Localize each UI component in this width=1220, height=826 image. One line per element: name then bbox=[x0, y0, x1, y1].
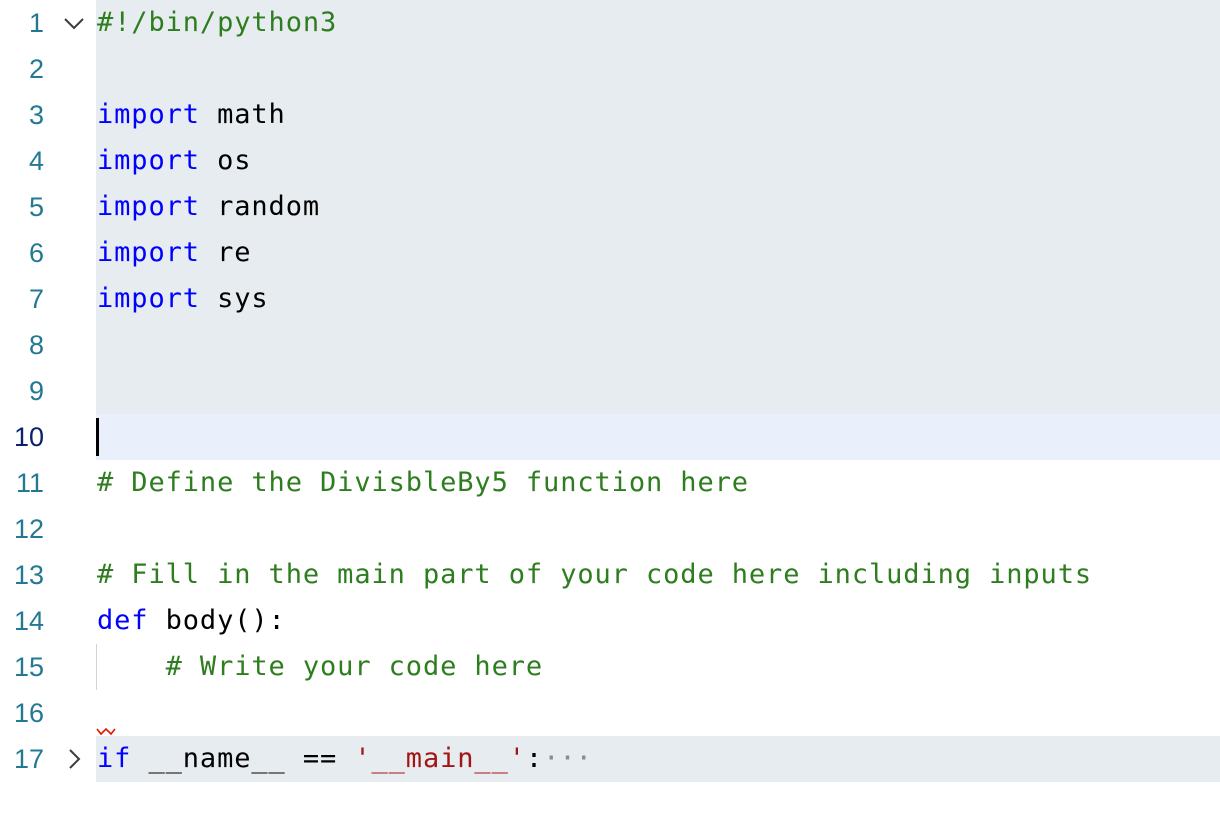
code-text: def body(): bbox=[97, 598, 286, 644]
line-number: 17 bbox=[13, 744, 44, 774]
indentation bbox=[97, 651, 166, 682]
editor-line-2[interactable]: 2 bbox=[0, 46, 1220, 92]
comment: # Fill in the main part of your code her… bbox=[97, 559, 1093, 590]
folded-ellipsis-icon[interactable]: ··· bbox=[543, 743, 592, 774]
fold-region-highlight bbox=[96, 230, 1220, 276]
editor-line-8[interactable]: 8 bbox=[0, 322, 1220, 368]
editor-line-9[interactable]: 9 bbox=[0, 368, 1220, 414]
keyword: import bbox=[97, 283, 200, 314]
editor-line-5[interactable]: 5 import random bbox=[0, 184, 1220, 230]
editor-line-1[interactable]: 1 #!/bin/python3 bbox=[0, 0, 1220, 46]
line-number: 4 bbox=[28, 146, 44, 176]
editor-line-12[interactable]: 12 bbox=[0, 506, 1220, 552]
string-literal: '__main__' bbox=[354, 743, 526, 774]
line-number: 6 bbox=[28, 238, 44, 268]
code-text: if __name__ == '__main__':··· bbox=[97, 736, 592, 782]
line-number: 3 bbox=[28, 100, 44, 130]
fold-region-highlight bbox=[96, 138, 1220, 184]
identifier: random bbox=[199, 191, 321, 222]
code-text: import os bbox=[97, 138, 251, 184]
condition: __name__ == bbox=[131, 743, 355, 774]
line-number: 11 bbox=[15, 468, 44, 498]
editor-line-6[interactable]: 6 import re bbox=[0, 230, 1220, 276]
code-editor[interactable]: 1 #!/bin/python3 2 3 import math 4 impor… bbox=[0, 0, 1220, 826]
line-number: 10 bbox=[13, 422, 44, 452]
editor-line-7[interactable]: 7 import sys bbox=[0, 276, 1220, 322]
line-number: 15 bbox=[13, 652, 44, 682]
code-text: import re bbox=[97, 230, 251, 276]
line-number: 7 bbox=[28, 284, 44, 314]
code-text: import random bbox=[97, 184, 320, 230]
line-number: 13 bbox=[13, 560, 44, 590]
keyword: if bbox=[97, 743, 132, 774]
editor-line-3[interactable]: 3 import math bbox=[0, 92, 1220, 138]
chevron-down-icon[interactable] bbox=[62, 0, 86, 46]
chevron-right-icon[interactable] bbox=[62, 736, 86, 782]
keyword: import bbox=[97, 237, 200, 268]
identifier: sys bbox=[199, 283, 269, 314]
keyword: import bbox=[97, 145, 200, 176]
editor-line-11[interactable]: 11 # Define the DivisbleBy5 function her… bbox=[0, 460, 1220, 506]
code-text: # Write your code here bbox=[97, 644, 543, 690]
shebang-line: #!/bin/python3 bbox=[97, 7, 338, 38]
line-number: 1 bbox=[28, 8, 44, 38]
keyword: def bbox=[97, 605, 149, 636]
editor-line-13[interactable]: 13 # Fill in the main part of your code … bbox=[0, 552, 1220, 598]
editor-line-14[interactable]: 14 def body(): bbox=[0, 598, 1220, 644]
fold-region-highlight bbox=[96, 368, 1220, 414]
line-number: 2 bbox=[28, 54, 44, 84]
identifier: math bbox=[199, 99, 286, 130]
identifier: re bbox=[199, 237, 252, 268]
line-number: 8 bbox=[28, 330, 44, 360]
current-line-highlight bbox=[96, 414, 1220, 460]
line-number: 12 bbox=[13, 514, 44, 544]
fold-region-highlight bbox=[96, 46, 1220, 92]
text-cursor bbox=[96, 418, 99, 456]
editor-line-17[interactable]: 17 if __name__ == '__main__':··· bbox=[0, 736, 1220, 782]
editor-line-10[interactable]: 10 bbox=[0, 414, 1220, 460]
editor-line-16[interactable]: 16 bbox=[0, 690, 1220, 736]
keyword: import bbox=[97, 99, 200, 130]
code-text: import sys bbox=[97, 276, 269, 322]
error-squiggle-icon bbox=[96, 727, 116, 736]
comment: # Write your code here bbox=[165, 651, 544, 682]
line-number: 9 bbox=[28, 376, 44, 406]
comment: # Define the DivisbleBy5 function here bbox=[97, 467, 749, 498]
line-number: 5 bbox=[28, 192, 44, 222]
code-text: import math bbox=[97, 92, 286, 138]
editor-line-4[interactable]: 4 import os bbox=[0, 138, 1220, 184]
function-signature: body(): bbox=[148, 605, 286, 636]
colon: : bbox=[525, 743, 544, 774]
editor-line-15[interactable]: 15 # Write your code here bbox=[0, 644, 1220, 690]
fold-region-highlight bbox=[96, 322, 1220, 368]
line-number: 16 bbox=[13, 698, 44, 728]
line-number: 14 bbox=[13, 606, 44, 636]
keyword: import bbox=[97, 191, 200, 222]
identifier: os bbox=[199, 145, 252, 176]
